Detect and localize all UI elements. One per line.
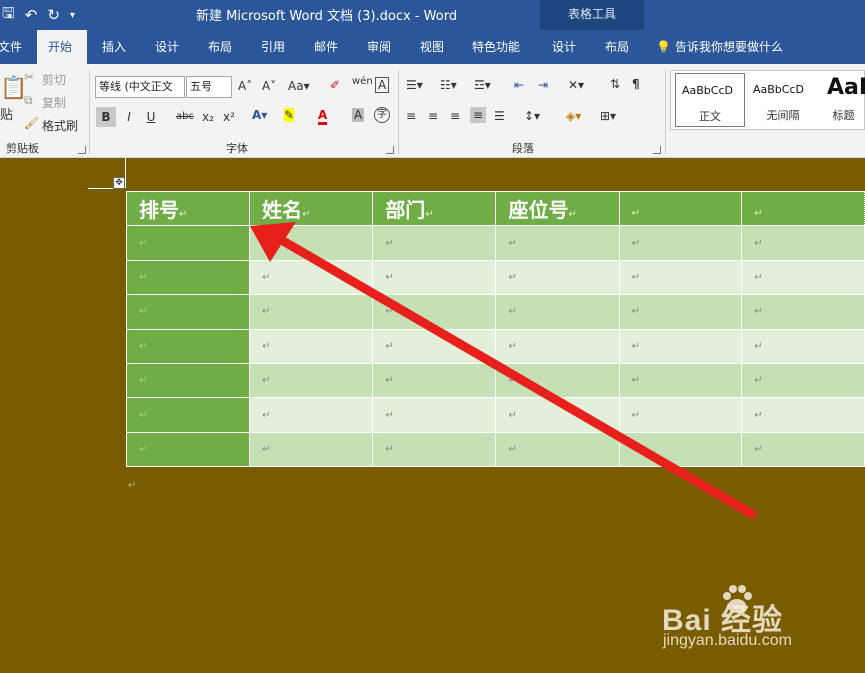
watermark: Bai 经验 jingyan.baidu.com xyxy=(662,580,822,660)
arrow-shaft xyxy=(273,233,757,519)
annotation-arrow xyxy=(250,222,757,519)
watermark-url: jingyan.baidu.com xyxy=(663,632,792,649)
